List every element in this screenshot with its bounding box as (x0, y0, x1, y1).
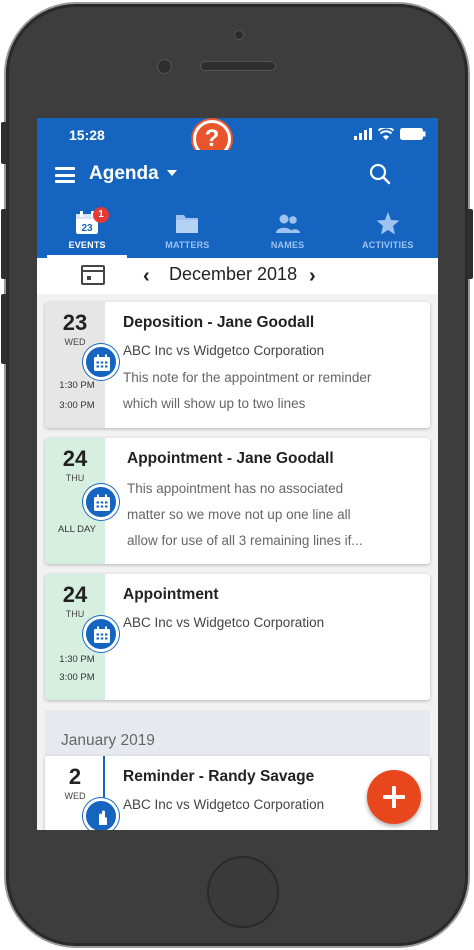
battery-icon (400, 128, 426, 140)
proximity-sensor (157, 59, 172, 74)
volume-down-button (1, 294, 7, 364)
event-note-line: This note for the appointment or reminde… (123, 370, 372, 385)
event-day: 24 (62, 582, 88, 607)
event-note-line: matter so we move not up one line all (127, 507, 351, 522)
event-title: Deposition - Jane Goodall (123, 314, 315, 331)
event-matter: ABC Inc vs Widgetco Corporation (123, 615, 325, 630)
event-start-time: 1:30 PM (59, 380, 95, 391)
tab-names-label: NAMES (270, 240, 305, 250)
month-group-header: January 2019 (45, 710, 430, 756)
event-day: 24 (62, 446, 88, 471)
power-button (467, 209, 473, 279)
event-note-line: which will show up to two lines (123, 396, 306, 411)
event-type-calendar-icon (83, 484, 119, 520)
month-group-label: January 2019 (61, 732, 155, 749)
event-end-time: 3:00 PM (59, 400, 95, 411)
prev-month-button[interactable]: ‹ (143, 265, 150, 288)
event-type-calendar-icon (83, 616, 119, 652)
folder-icon (176, 215, 199, 233)
calendar-icon-day: 23 (82, 223, 94, 234)
events-count-badge: 1 (93, 207, 109, 223)
front-camera (234, 30, 244, 40)
search-icon[interactable] (368, 162, 392, 186)
event-note-line: This appointment has no associated (127, 481, 344, 496)
current-month: December 2018 (169, 264, 298, 284)
app-bar: Agenda (37, 150, 438, 202)
event-card[interactable]: 23 WED 1:30 PM 3:00 PM Deposition - Jane… (45, 302, 430, 428)
reminder-title: Reminder - Randy Savage (123, 768, 315, 785)
add-event-fab-button[interactable] (367, 770, 421, 824)
app-screen: 15:28 ? Agenda 23 1 EVENTS MATTERS NAMES… (37, 118, 438, 830)
event-type-calendar-icon (83, 344, 119, 380)
event-day: 23 (62, 310, 88, 335)
reminder-matter: ABC Inc vs Widgetco Corporation (123, 797, 325, 812)
date-picker-icon[interactable] (81, 265, 105, 285)
status-bar: 15:28 (37, 118, 438, 150)
event-title: Appointment (123, 586, 219, 603)
earpiece-speaker (200, 61, 276, 71)
app-title[interactable]: Agenda (89, 163, 159, 185)
next-month-button[interactable]: › (309, 265, 316, 288)
home-button[interactable] (207, 856, 279, 928)
tab-bar: 23 1 EVENTS MATTERS NAMES ACTIVITIES (37, 202, 438, 258)
tab-matters[interactable]: MATTERS (137, 202, 237, 258)
volume-up-button (1, 209, 7, 279)
status-time: 15:28 (69, 127, 105, 143)
event-weekday: THU (65, 473, 85, 483)
tab-matters-label: MATTERS (165, 240, 210, 250)
event-note-line: allow for use of all 3 remaining lines i… (127, 533, 363, 548)
wifi-icon (378, 128, 394, 140)
hamburger-menu-icon[interactable] (55, 167, 77, 183)
event-card[interactable]: 24 THU ALL DAY Appointment - Jane Goodal… (45, 438, 430, 564)
event-start-time: 1:30 PM (59, 654, 95, 665)
tab-activities-label: ACTIVITIES (362, 240, 414, 250)
caret-down-icon[interactable] (167, 170, 177, 176)
event-matter: ABC Inc vs Widgetco Corporation (123, 343, 325, 358)
star-icon (376, 212, 400, 235)
agenda-list: 23 WED 1:30 PM 3:00 PM Deposition - Jane… (37, 294, 438, 830)
tab-events[interactable]: 23 1 EVENTS (37, 202, 137, 258)
tab-names[interactable]: NAMES (238, 202, 338, 258)
event-end-time: 3:00 PM (59, 672, 95, 683)
event-card[interactable]: 24 THU 1:30 PM 3:00 PM Appointment ABC I… (45, 574, 430, 700)
reminder-day: 2 (68, 764, 82, 789)
event-all-day: ALL DAY (57, 524, 97, 535)
tab-events-label: EVENTS (68, 240, 106, 250)
mute-switch (1, 122, 7, 164)
signal-icon (354, 128, 372, 140)
date-navigation: ‹ December 2018 › (37, 258, 438, 294)
tab-activities[interactable]: ACTIVITIES (338, 202, 438, 258)
reminder-hand-icon (83, 798, 119, 830)
people-icon (275, 214, 300, 233)
status-icons (354, 128, 426, 140)
event-title: Appointment - Jane Goodall (127, 450, 334, 467)
